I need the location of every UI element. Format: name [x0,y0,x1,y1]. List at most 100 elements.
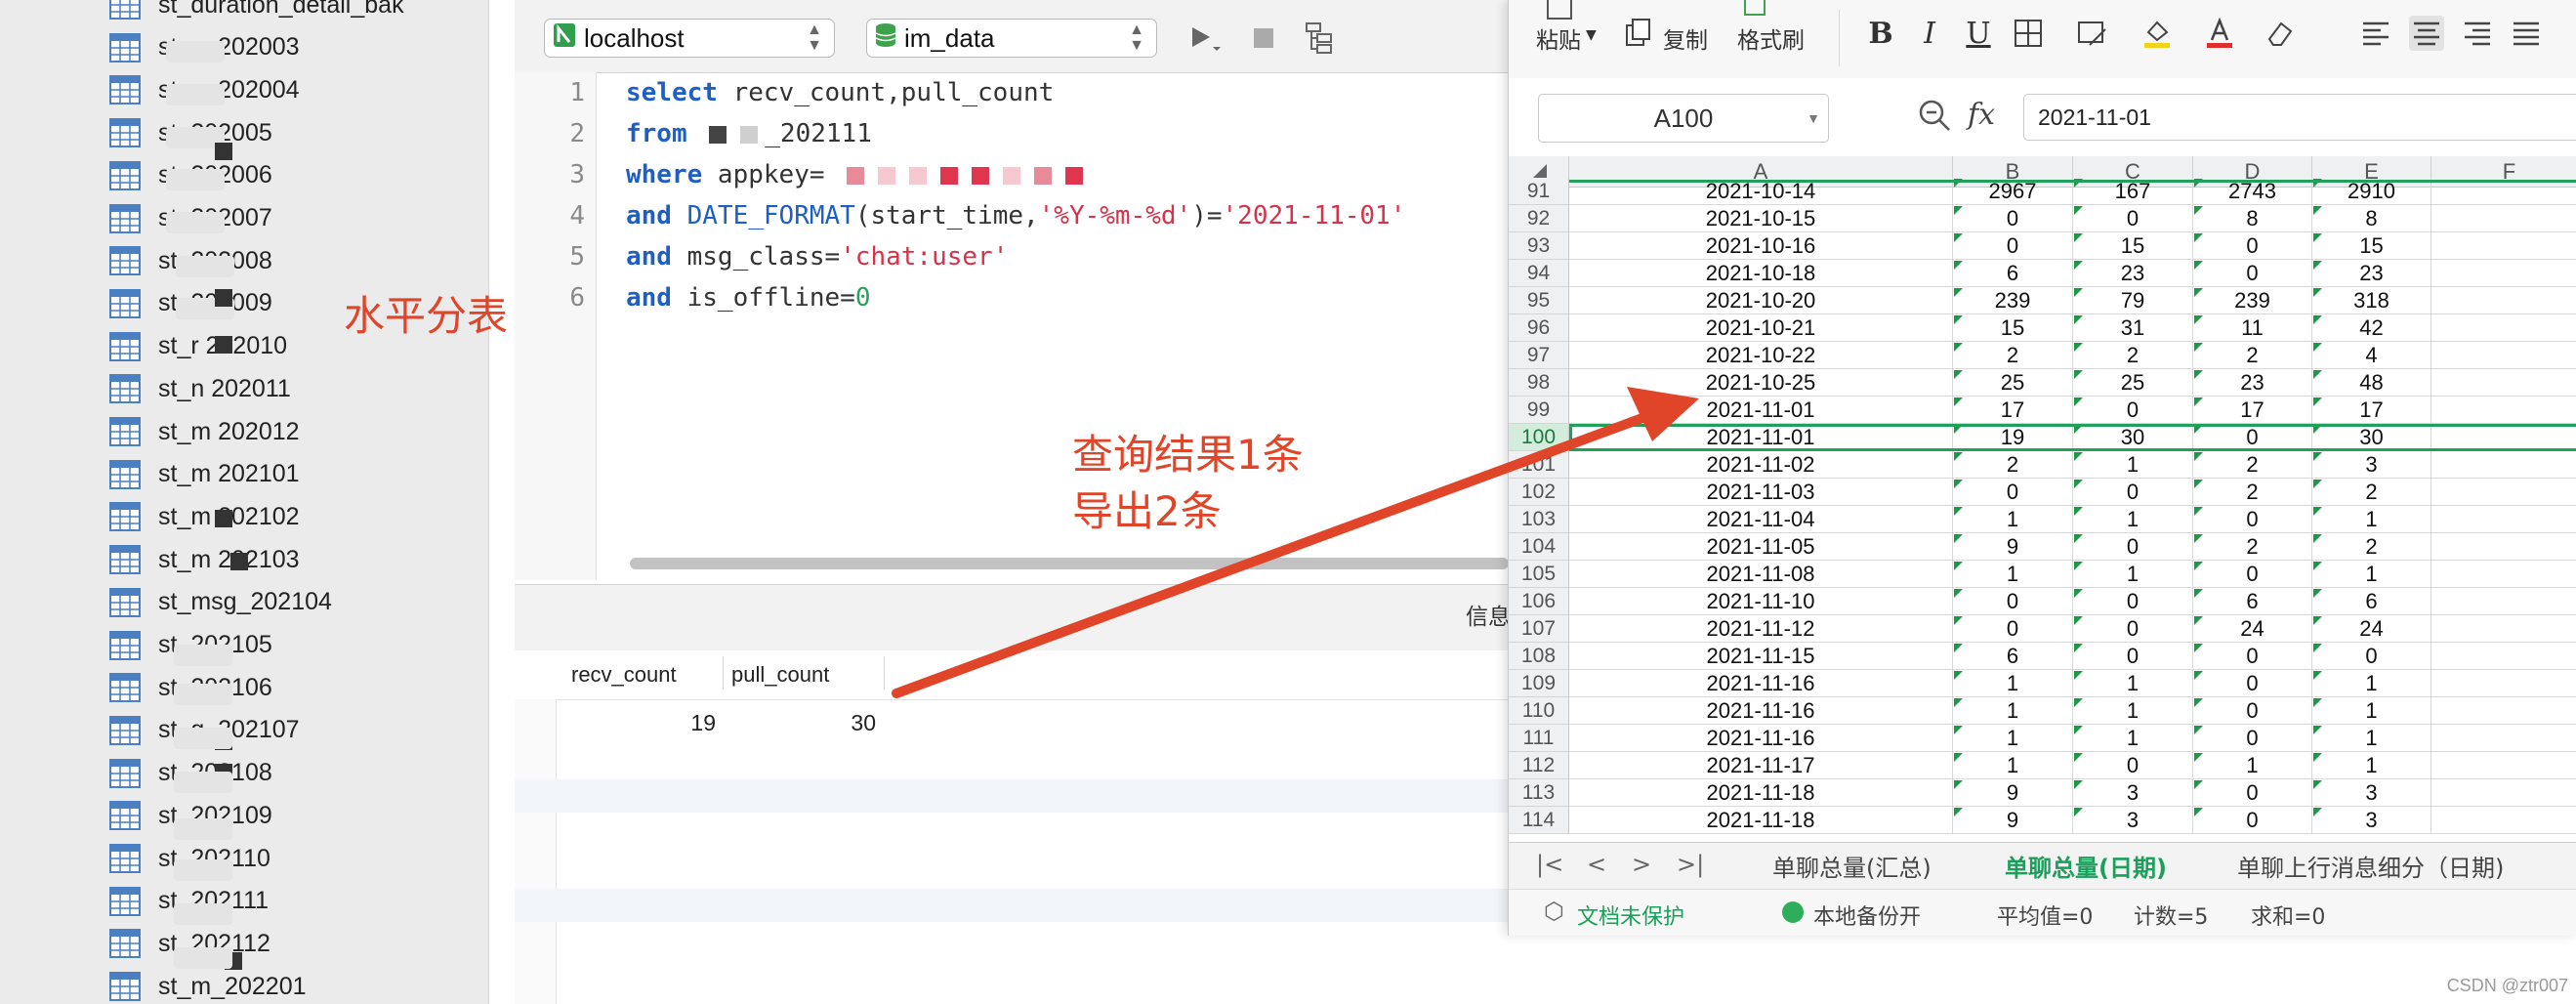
sheet-cell[interactable]: 6 [2193,588,2312,615]
sheet-cell[interactable]: 2021-11-16 [1569,725,1953,752]
sheet-cell[interactable]: 2021-11-03 [1569,479,1953,506]
sheet-cell[interactable] [2431,205,2576,232]
sheet-cell[interactable]: 2 [1953,451,2073,479]
sheet-cell[interactable]: 2 [2193,342,2312,369]
clear-format-icon[interactable] [2263,16,2298,51]
sheet-cell[interactable]: 79 [2073,287,2193,314]
sheet-cell[interactable]: 11 [2193,314,2312,342]
row-header[interactable]: 96 [1509,314,1569,342]
sheet-cell[interactable]: 3 [2073,807,2193,834]
sheet-cell[interactable]: 8 [2193,205,2312,232]
row-header[interactable]: 95 [1509,287,1569,314]
sheet-cell[interactable]: 3 [2312,779,2431,807]
sheet-cell[interactable] [2431,342,2576,369]
sheet-cell[interactable]: 0 [1953,615,2073,643]
sheet-cell[interactable] [2431,506,2576,533]
sheet-cell[interactable]: 30 [2073,424,2193,451]
justify-icon[interactable] [2509,16,2544,51]
sheet-cell[interactable]: 24 [2312,615,2431,643]
sheet-cell[interactable]: 19 [1953,424,2073,451]
stop-button[interactable] [1245,20,1282,57]
row-header[interactable]: 102 [1509,479,1569,506]
italic-button[interactable]: I [1912,16,1947,51]
sidebar-table-item[interactable]: st_m 202103 [109,539,300,580]
sheet-cell[interactable]: 31 [2073,314,2193,342]
sheet-cell[interactable]: 2021-11-17 [1569,752,1953,779]
sheet-cell[interactable]: 0 [2193,232,2312,260]
row-header[interactable]: 105 [1509,561,1569,588]
sidebar-table-item[interactable]: st_msg_202104 [109,582,332,623]
sheet-cell[interactable]: 2021-11-01 [1569,424,1953,451]
row-header[interactable]: 106 [1509,588,1569,615]
row-header[interactable]: 103 [1509,506,1569,533]
sheet-cell[interactable]: 239 [1953,287,2073,314]
sheet-cell[interactable]: 0 [2193,561,2312,588]
sheet-cell[interactable] [2431,725,2576,752]
sheet-cell[interactable] [2431,479,2576,506]
sheet-cell[interactable]: 2021-11-05 [1569,533,1953,561]
sheet-cell[interactable]: 1 [2073,561,2193,588]
result-column-header[interactable]: pull_count [731,662,829,688]
sheet-cell[interactable] [2431,232,2576,260]
sheet-cell[interactable]: 1 [2312,506,2431,533]
last-sheet-icon[interactable]: >| [1677,851,1704,878]
prev-sheet-icon[interactable]: < [1587,851,1606,878]
sheet-cell[interactable]: 0 [1953,588,2073,615]
sheet-cell[interactable] [2431,424,2576,451]
sidebar-table-item[interactable]: st_m 202102 [109,496,300,537]
sheet-cell[interactable] [2431,697,2576,725]
paste-dropdown-icon[interactable]: ▼ [1586,27,1597,43]
sheet-cell[interactable] [2431,807,2576,834]
sheet-cell[interactable]: 0 [2312,643,2431,670]
sheet-cell[interactable] [2431,561,2576,588]
sheet-cell[interactable]: 2021-11-01 [1569,397,1953,424]
sidebar-table-item[interactable]: st_m 202101 [109,454,300,495]
sheet-cell[interactable]: 2021-10-15 [1569,205,1953,232]
align-center-icon[interactable] [2409,16,2444,51]
sheet-cell[interactable]: 0 [2073,643,2193,670]
row-header[interactable]: 113 [1509,779,1569,807]
row-header[interactable]: 107 [1509,615,1569,643]
sheet-cell[interactable]: 2021-10-20 [1569,287,1953,314]
sidebar-table-item[interactable]: st_m_202201 [109,966,307,1004]
row-header[interactable]: 109 [1509,670,1569,697]
sheet-cell[interactable]: 15 [2312,232,2431,260]
sheet-cell[interactable]: 2 [2312,533,2431,561]
sheet-cell[interactable]: 25 [2073,369,2193,397]
sheet-cell[interactable]: 1 [2073,725,2193,752]
sheet-cell[interactable]: 2 [2312,479,2431,506]
sheet-cell[interactable]: 2 [2193,451,2312,479]
sheet-cell[interactable]: 42 [2312,314,2431,342]
sheet-cell[interactable]: 6 [1953,260,2073,287]
row-header[interactable]: 97 [1509,342,1569,369]
sheet-cell[interactable] [2431,260,2576,287]
row-header[interactable]: 99 [1509,397,1569,424]
sheet-cell[interactable]: 23 [2312,260,2431,287]
sheet-cell[interactable]: 0 [2193,779,2312,807]
sheet-cell[interactable]: 0 [2073,479,2193,506]
sheet-cell[interactable]: 23 [2193,369,2312,397]
result-column-header[interactable]: recv_count [571,662,677,688]
paste-button[interactable]: 粘贴 [1536,21,1581,55]
sheet-cell[interactable] [2431,670,2576,697]
sheet-cell[interactable]: 0 [2073,397,2193,424]
code-line-5[interactable]: and msg_class='chat:user' [626,242,1008,272]
sheet-cell[interactable]: 0 [1953,232,2073,260]
align-left-icon[interactable] [2358,16,2393,51]
sheet-cell[interactable]: 2021-11-15 [1569,643,1953,670]
row-header[interactable]: 110 [1509,697,1569,725]
backup-status[interactable]: 本地备份开 [1782,899,1921,931]
row-header[interactable]: 91 [1509,178,1569,205]
sheet-cell[interactable]: 1 [1953,670,2073,697]
copy-button[interactable]: 复制 [1663,21,1708,55]
code-line-6[interactable]: and is_offline=0 [626,283,870,313]
sheet-cell[interactable] [2431,779,2576,807]
sheet-cell[interactable]: 2 [2193,479,2312,506]
sheet-cell[interactable]: 15 [1953,314,2073,342]
sheet-cell[interactable]: 1 [2073,697,2193,725]
sheet-cell[interactable]: 15 [2073,232,2193,260]
sheet-cell[interactable]: 2021-11-08 [1569,561,1953,588]
sheet-cell[interactable] [2431,397,2576,424]
sheet-cell[interactable]: 2021-10-16 [1569,232,1953,260]
sheet-cell[interactable]: 1 [1953,506,2073,533]
